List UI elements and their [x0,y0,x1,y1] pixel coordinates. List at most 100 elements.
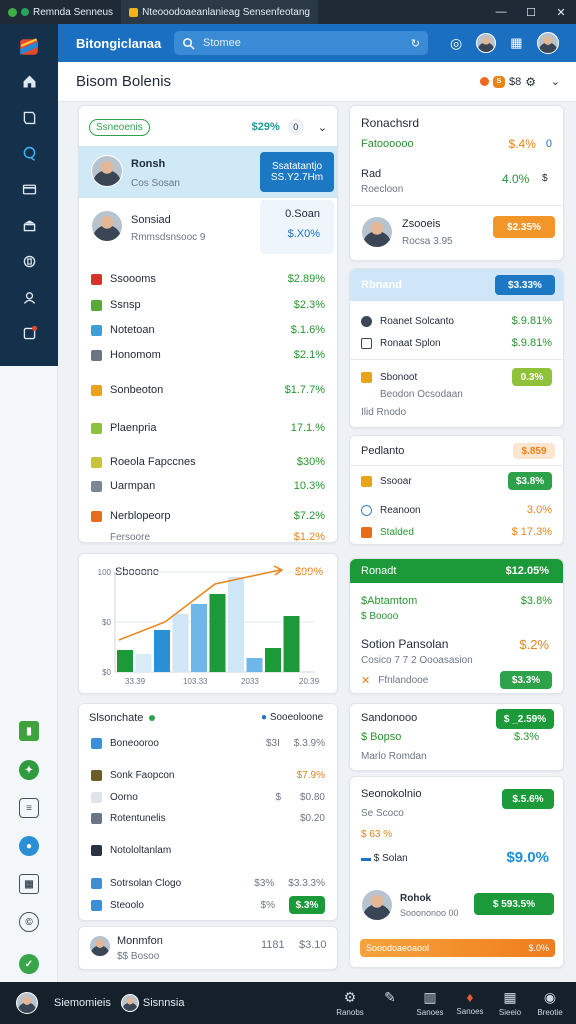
row-value: $.9.81% [511,315,552,327]
row-value: $3.8% [520,595,552,607]
user-name-2[interactable]: Sisnnsia [143,997,185,1009]
metric-row[interactable]: Ssnsp $2.3% [79,297,337,313]
filter-dropdown[interactable]: Ssneoenis [89,118,150,136]
badge-icon: S [492,75,505,88]
list-row[interactable]: ✕ Ffnlandooe $3.3% [350,671,563,689]
search-input[interactable] [202,37,403,49]
document-icon[interactable] [0,246,58,276]
list-row[interactable]: Stalded $ 17.3% [350,524,563,540]
progress-banner[interactable]: Sooodoaeoaool $.0% [360,939,555,957]
user-avatar[interactable] [476,33,497,53]
metric-row[interactable]: Uarmpan 10.3% [79,478,337,494]
status-icon[interactable]: ✓ [19,954,39,974]
close-icon[interactable]: ✕ [361,674,370,687]
close-icon[interactable]: ✕ [546,6,576,19]
browser-tab-2[interactable]: Nteooodoaeanlanieag Sensenfeotang [121,0,318,24]
bank-icon[interactable] [0,210,58,240]
chart-bar [135,654,152,672]
person-pill[interactable]: $ 593.5% [474,893,554,915]
taskbar-settings[interactable]: ⚙ Ranobs [330,989,370,1017]
left-summary-card: Ssneoenis $29% 0 ⌄ Ronsh Cos Sosan Ssata… [78,105,338,543]
globe-icon[interactable]: ● [19,836,39,856]
browser-tab-1[interactable]: Remnda Senneus [0,0,121,24]
row-sub: Ilid Rnodo [361,407,407,418]
metric-row[interactable]: Honomom $2.1% [79,347,337,363]
x-tick-label: 33.39 [125,677,146,686]
tree-icon[interactable]: ✦ [19,760,39,780]
row-pill[interactable]: $3.3% [500,671,552,689]
list-row[interactable]: Notololtanlam [79,842,337,858]
notification-icon[interactable] [0,318,58,348]
list-row[interactable]: Ssooar $3.8% [350,472,563,490]
book-icon[interactable] [0,102,58,132]
metric-label: Nerblopeorp [110,510,171,522]
chevron-down-icon[interactable]: ⌄ [551,75,560,88]
metric-row[interactable]: Roeola Fapccnes $30% [79,454,337,470]
profile-avatar[interactable] [536,32,559,54]
help-icon[interactable]: ◎ [450,35,462,52]
card-title: Slsonchate [89,712,144,724]
chevron-down-icon[interactable]: ⌄ [318,121,327,134]
taskbar-label: Breotie [537,1008,563,1017]
footer-person-card[interactable]: Monmfon $$ Bosoo 1181 $3.10 [78,926,338,970]
list-row[interactable]: Ronaat Splon $.9.81% [350,335,563,351]
user-name-1[interactable]: Siemomieis [54,997,111,1009]
header-pill[interactable]: $.5.6% [502,789,554,809]
home-icon[interactable] [0,66,58,96]
alert-icon[interactable] [479,77,489,86]
user-avatar[interactable] [16,992,38,1014]
grid-icon: ▦ [503,989,517,1005]
chart-bar [191,604,207,672]
row-pill[interactable]: $3.8% [508,472,552,490]
row-pill[interactable]: $.3% [289,896,325,914]
card-icon[interactable] [0,174,58,204]
person-popover[interactable]: Ssatatantjo SS.Y2.7Hm [260,152,334,192]
row-label: $ 63 % [361,829,393,840]
calculator-icon[interactable]: ▦ [19,874,39,894]
metric-row[interactable]: Plaenpria 17.1.% [79,420,337,436]
list-row[interactable]: Rotentunelis $0.20 [79,810,337,826]
taskbar-alerts[interactable]: ♦ Sanoes [450,989,490,1017]
metric-row[interactable]: Nerblopeorp $7.2% [79,508,337,524]
taskbar-tools[interactable]: ✎ [370,989,410,1017]
divider [350,205,563,206]
person-row[interactable]: Sonsiad Rmmsdsnsooc 9 0.Soan $.X0% [79,200,337,254]
metric-row[interactable]: Ssoooms $2.89% [79,271,337,287]
refresh-icon[interactable]: ↻ [411,37,420,50]
action-button[interactable]: $2.35% [493,216,555,238]
user-avatar[interactable] [120,994,139,1012]
chat-icon[interactable] [0,138,58,168]
row-pill[interactable]: 0.3% [512,368,552,386]
list-row[interactable]: $Abtamtom $3.8% [350,593,563,609]
gear-icon[interactable]: ⚙ [525,75,536,89]
metric-row[interactable]: Sonbeoton $1.7.7% [79,382,337,398]
header-pill[interactable]: $ _2.59% [496,709,554,729]
list-row[interactable]: Sonk Faopcon $7.9% [79,767,337,783]
metric-value: $7.2% [293,510,325,522]
list-row[interactable]: Reanoon 3.0% [350,502,563,518]
metric-icon [91,349,102,361]
sheet-icon[interactable]: ▮ [19,721,39,741]
taskbar-help[interactable]: ◉ Breotie [530,989,570,1017]
maximize-icon[interactable]: ☐ [516,6,546,19]
logo-icon[interactable] [0,28,58,66]
header-link[interactable]: ● Sooeoloone [261,712,323,723]
users-icon[interactable] [0,282,58,312]
header-pill[interactable]: $.859 [513,443,555,459]
minimize-icon[interactable]: — [486,6,516,19]
person-row-selected[interactable]: Ronsh Cos Sosan Ssatatantjo SS.Y2.7Hm [79,146,337,198]
metric-row[interactable]: Notetoan $.1.6% [79,322,337,338]
search-bar[interactable]: ↻ [174,31,428,55]
list-row[interactable]: Sotrsolan Clogo $3% $3.3.3% [79,875,337,891]
list-row[interactable]: Sbonoot 0.3% [350,368,563,386]
header-pill[interactable]: $3.33% [495,275,555,295]
list-icon[interactable]: ≡ [19,798,39,818]
grid-icon[interactable]: ▦ [510,35,522,51]
taskbar-docs[interactable]: ▥ Sanoes [410,989,450,1017]
list-row[interactable]: Oorno $ $0.80 [79,789,337,805]
list-row[interactable]: Roanet Solcanto $.9.81% [350,313,563,329]
list-row[interactable]: Steoolo $% $.3% [79,896,337,914]
taskbar-grid[interactable]: ▦ Sieeio [490,989,530,1017]
list-row[interactable]: Boneooroo $3I $.3.9% [79,735,337,751]
copyright-icon[interactable]: © [19,912,39,932]
